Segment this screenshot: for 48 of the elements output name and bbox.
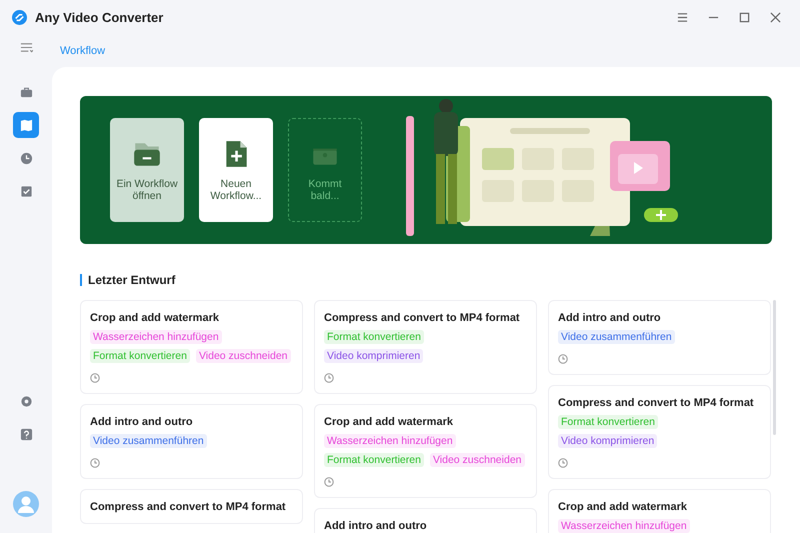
card-title: Add intro and outro [324,520,428,532]
window-title: Any Video Converter [35,10,164,24]
workflow-card[interactable]: Crop and add watermark Wasserzeichen hinzufügen Format konvertieren Video zuschneiden [314,404,537,498]
workflow-card[interactable]: Compress and convert to MP4 format Format konvertieren Video komprimieren [314,300,537,394]
tag: Format konvertieren [324,330,424,344]
new-workflow-button[interactable]: Neuen Workflow... [199,118,273,222]
open-workflow-button[interactable]: Ein Workflow öffnen [110,118,184,222]
card-title: Crop and add watermark [558,501,688,513]
workflow-card[interactable]: Crop and add watermark Wasserzeichen hinzufügen [548,489,771,533]
collapse-menu-icon[interactable] [20,41,32,54]
menu-icon[interactable] [677,12,688,22]
app-logo-icon [12,10,27,24]
card-title: Crop and add watermark [90,312,220,324]
tag: Video zusammenführen [558,330,675,344]
briefcase-icon [20,86,32,98]
workflow-card[interactable]: Add intro and outro Video zusammenführen [80,404,303,479]
settings-icon[interactable] [20,395,32,408]
close-icon[interactable] [770,12,781,22]
tag: Video komprimieren [558,434,658,448]
tag: Wasserzeichen hinzufügen [324,434,456,448]
tag: Format konvertieren [558,415,658,429]
workflow-card[interactable]: Compress and convert to MP4 format [80,489,303,524]
checklist-icon [20,184,32,198]
tag: Video zuschneiden [196,349,290,363]
workflow-card[interactable]: Compress and convert to MP4 format Format konvertieren Video komprimieren [548,385,771,479]
workflow-nav-item[interactable] [13,112,39,138]
card-title: Compress and convert to MP4 format [324,312,521,324]
scrollbar-thumb[interactable] [773,300,776,435]
card-title: Add intro and outro [90,416,194,428]
section-heading: Letzter Entwurf [80,274,772,286]
tag: Video komprimieren [324,349,424,363]
tag: Wasserzeichen hinzufügen [90,330,222,344]
help-icon[interactable] [20,428,32,441]
tag: Wasserzeichen hinzufügen [558,519,690,533]
tag: Format konvertieren [324,453,424,467]
card-title: Compress and convert to MP4 format [558,397,755,409]
card-title: Crop and add watermark [324,416,454,428]
workflow-card[interactable]: Add intro and outro [314,508,537,533]
card-title: Compress and convert to MP4 format [90,501,287,513]
workflow-card[interactable]: Add intro and outro Video zusammenführen [548,300,771,375]
map-icon [20,118,32,132]
tag: Format konvertieren [90,349,190,363]
maximize-icon[interactable] [739,12,750,22]
card-title: Add intro and outro [558,312,662,324]
tag: Video zusammenführen [90,434,207,448]
tag: Video zuschneiden [430,453,524,467]
workflow-card[interactable]: Crop and add watermark Wasserzeichen hinzufügen Format konvertieren Video zuschneiden [80,300,303,394]
clock-icon [20,152,32,164]
